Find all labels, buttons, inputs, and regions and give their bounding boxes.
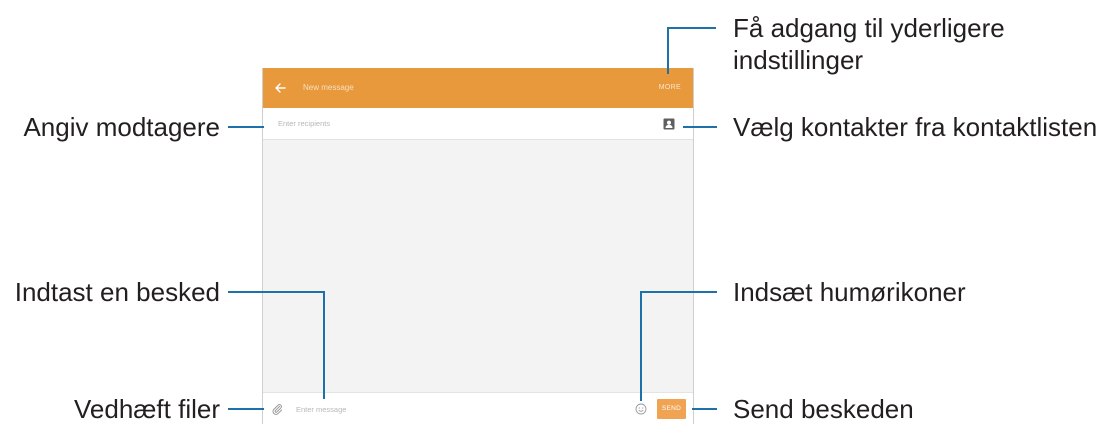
attach-button[interactable] [271,403,283,415]
arrow-left-icon[interactable] [274,82,286,94]
recipients-input[interactable] [278,118,558,130]
message-composer: SEND [263,392,693,424]
callout-label-recipients: Angiv modtagere [23,112,220,142]
emoticon-button[interactable] [635,403,647,415]
callout-label-more-settings-line-1: Få adgang til yderligere [733,13,1005,43]
back-button[interactable] [274,82,286,94]
contacts-button[interactable] [663,118,675,130]
send-button[interactable]: SEND [657,399,686,419]
app-header: New message MORE [263,68,693,108]
recipient-row [263,108,693,140]
callout-label-message: Indtast en besked [14,277,220,307]
smiley-icon[interactable] [635,403,647,415]
callout-label-emoticons: Indsæt humørikoner [733,277,966,307]
callout-label-attach: Vedhæft filer [74,394,220,424]
callout-label-send: Send beskeden [733,394,914,424]
callout-label-more-settings: Få adgang til yderligere indstillinger [733,12,1005,76]
phone-screen: New message MORE Enter recipients Enter … [262,68,694,424]
callout-label-contacts: Vælg kontakter fra kontaktlisten [733,112,1098,142]
annotated-message-screen: New message MORE Enter recipients Enter … [0,0,1113,424]
callout-label-more-settings-line-2: indstillinger [733,45,864,75]
message-input[interactable] [296,404,516,416]
paperclip-icon[interactable] [271,403,283,415]
conversation-area [263,140,693,392]
contact-book-icon[interactable] [663,118,675,130]
page-title: New message [303,83,354,92]
more-button[interactable]: MORE [659,83,681,93]
